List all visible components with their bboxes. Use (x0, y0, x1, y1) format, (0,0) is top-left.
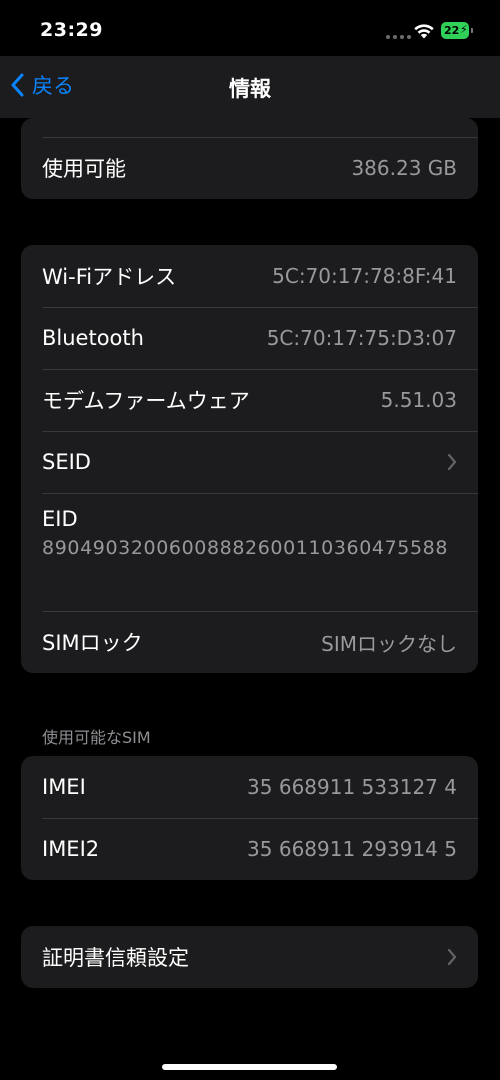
page-title: 情報 (229, 77, 271, 101)
status-time: 23:29 (40, 19, 103, 41)
imei2-row[interactable]: IMEI2 35 668911 293914 5 (21, 818, 478, 880)
row-label: IMEI2 (42, 837, 100, 861)
section-header-available-sim: 使用可能なSIM (42, 728, 151, 747)
status-bar: 23:29 22 ⚡ (0, 0, 500, 56)
sim-card: IMEI 35 668911 533127 4 IMEI2 35 668911 … (21, 756, 478, 880)
row-label: 証明書信頼設定 (42, 946, 189, 970)
eid-value: 89049032006008882600110360475588 (42, 537, 449, 559)
home-indicator[interactable] (162, 1064, 337, 1070)
sim-lock-row[interactable]: SIMロック SIMロックなし (21, 611, 478, 673)
cellular-signal-icon (386, 35, 411, 39)
charging-bolt-icon: ⚡ (460, 23, 468, 36)
certificate-trust-settings-row[interactable]: 証明書信頼設定 (21, 926, 478, 988)
eid-row[interactable]: EID 89049032006008882600110360475588 (21, 493, 478, 611)
network-info-card: Wi-Fiアドレス 5C:70:17:78:8F:41 Bluetooth 5C… (21, 245, 478, 673)
row-label: SIMロック (42, 631, 143, 655)
list-item (21, 118, 478, 137)
row-value: 5C:70:17:78:8F:41 (272, 264, 457, 288)
navigation-bar: 戻る 情報 (0, 56, 500, 118)
row-value: 5.51.03 (380, 388, 457, 412)
row-value: 5C:70:17:75:D3:07 (266, 326, 457, 350)
row-value: SIMロックなし (321, 631, 457, 656)
row-label: 使用可能 (42, 157, 126, 181)
row-label: Wi-Fiアドレス (42, 265, 177, 289)
row-label: モデムファームウェア (42, 389, 250, 413)
battery-icon: 22 ⚡ (441, 22, 473, 39)
chevron-right-icon (447, 453, 457, 471)
battery-level: 22 (444, 24, 460, 37)
bluetooth-row[interactable]: Bluetooth 5C:70:17:75:D3:07 (21, 307, 478, 369)
wifi-address-row[interactable]: Wi-Fiアドレス 5C:70:17:78:8F:41 (21, 245, 478, 307)
modem-firmware-row[interactable]: モデムファームウェア 5.51.03 (21, 369, 478, 431)
row-value: 386.23 GB (351, 156, 457, 180)
row-label: IMEI (42, 775, 86, 799)
certificate-card: 証明書信頼設定 (21, 926, 478, 988)
row-label: Bluetooth (42, 326, 144, 350)
row-value: 35 668911 533127 4 (247, 775, 457, 799)
row-label: SEID (42, 450, 91, 474)
row-label: EID (42, 507, 78, 531)
available-storage-row: 使用可能 386.23 GB (21, 137, 478, 199)
seid-row[interactable]: SEID (21, 431, 478, 493)
wifi-icon (414, 24, 434, 39)
row-value: 35 668911 293914 5 (247, 837, 457, 861)
storage-card: 使用可能 386.23 GB (21, 118, 478, 199)
chevron-right-icon (447, 948, 457, 966)
imei-row[interactable]: IMEI 35 668911 533127 4 (21, 756, 478, 818)
